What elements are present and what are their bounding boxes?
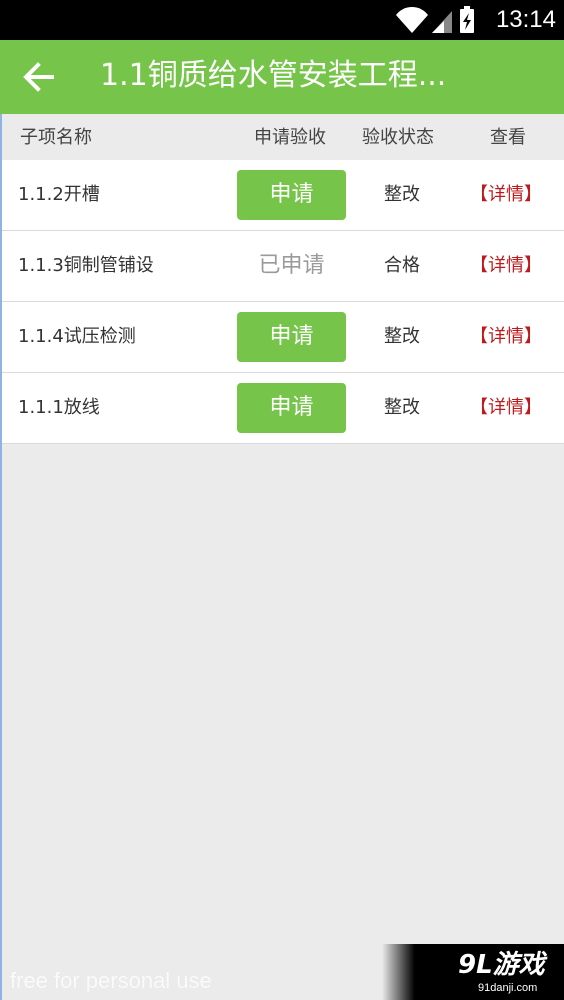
header-name: 子项名称 — [20, 127, 92, 148]
header-status: 验收状态 — [362, 127, 434, 148]
detail-link[interactable]: 【详情】 — [470, 325, 542, 349]
watermark-logo-sub: 91danji.com — [478, 982, 538, 994]
status-text: 整改 — [384, 326, 420, 347]
table-row: 1.1.3铜制管铺设 已申请 合格 【详情】 — [2, 231, 564, 302]
watermark-text: free for personal use — [10, 968, 212, 993]
apply-button[interactable]: 申请 — [237, 383, 346, 433]
subitem-list: 1.1.2开槽 申请 整改 【详情】 1.1.3铜制管铺设 已申请 合格 【详情… — [2, 160, 564, 444]
clock: 13:14 — [495, 6, 556, 33]
detail-link[interactable]: 【详情】 — [470, 183, 542, 207]
header-apply: 申请验收 — [254, 127, 326, 148]
page-title: 1.1铜质给水管安装工程... — [100, 58, 447, 93]
apply-button[interactable]: 申请 — [237, 170, 346, 220]
status-bar: 13:14 — [0, 0, 564, 40]
signal-icon — [432, 11, 452, 33]
app-bar: 1.1铜质给水管安装工程... — [0, 40, 564, 114]
wifi-icon — [396, 6, 428, 33]
table-row: 1.1.2开槽 申请 整改 【详情】 — [2, 160, 564, 231]
table-row: 1.1.1放线 申请 整改 【详情】 — [2, 373, 564, 444]
battery-charging-icon — [460, 6, 474, 33]
detail-link[interactable]: 【详情】 — [470, 254, 542, 278]
table-row: 1.1.4试压检测 申请 整改 【详情】 — [2, 302, 564, 373]
apply-button[interactable]: 申请 — [237, 312, 346, 362]
detail-link[interactable]: 【详情】 — [470, 396, 542, 420]
subitem-name: 1.1.4试压检测 — [18, 326, 136, 347]
subitem-name: 1.1.1放线 — [18, 397, 100, 418]
applied-label: 已申请 — [258, 253, 325, 278]
left-edge-line — [0, 114, 2, 1000]
status-text: 合格 — [384, 255, 420, 276]
status-text: 整改 — [384, 184, 420, 205]
header-view: 查看 — [490, 127, 526, 148]
watermark-logo: 9L游戏 — [458, 950, 545, 980]
subitem-name: 1.1.3铜制管铺设 — [18, 255, 154, 276]
subitem-name: 1.1.2开槽 — [18, 184, 100, 205]
status-icons — [396, 6, 474, 33]
arrow-left-icon[interactable] — [22, 60, 56, 94]
table-header: 子项名称 申请验收 验收状态 查看 — [0, 114, 564, 160]
status-text: 整改 — [384, 397, 420, 418]
